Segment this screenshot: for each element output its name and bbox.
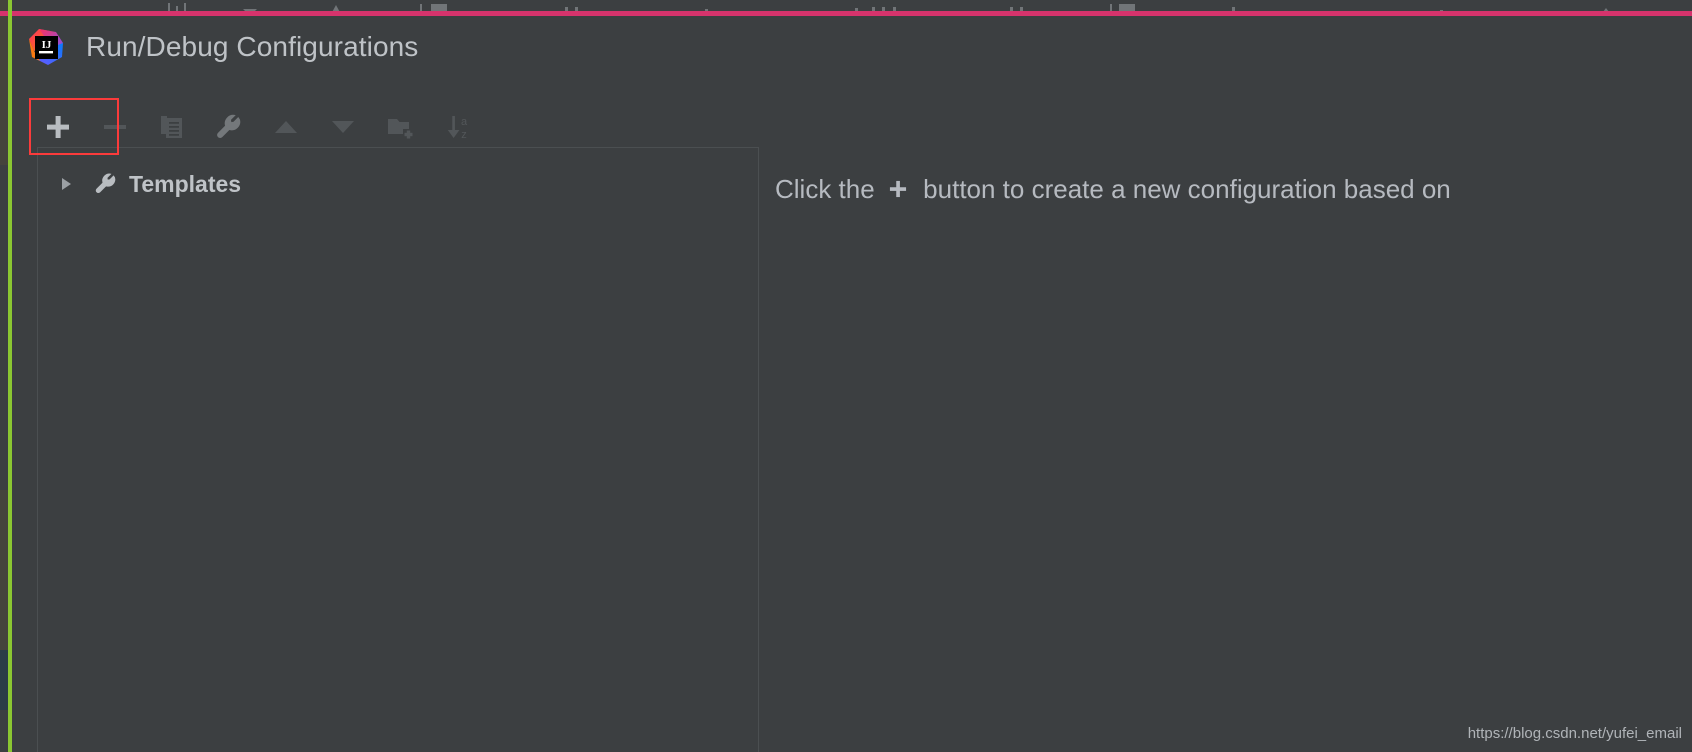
folder-plus-icon <box>387 118 414 140</box>
svg-text:IJ: IJ <box>42 39 52 51</box>
empty-state-hint-suffix: button to create a new configuration bas… <box>923 174 1451 204</box>
empty-state-hint: Click the button to create a new configu… <box>775 174 1451 207</box>
arrow-up-icon <box>274 120 297 133</box>
page-title: Run/Debug Configurations <box>86 31 419 62</box>
minus-icon <box>103 124 126 129</box>
ide-left-gutter <box>0 0 8 752</box>
intellij-idea-logo-icon: IJ <box>26 27 66 67</box>
plus-icon <box>46 115 69 138</box>
svg-text:a: a <box>460 116 467 128</box>
tree-node-templates[interactable]: Templates <box>38 164 758 204</box>
watermark-url: https://blog.csdn.net/yufei_email <box>1467 725 1682 742</box>
run-debug-configurations-dialog: IJ Run/Debug Configurations a z Template… <box>12 16 1692 752</box>
svg-text:z: z <box>461 129 467 141</box>
copy-icon <box>160 115 182 138</box>
dialog-title-bar: IJ Run/Debug Configurations <box>12 16 1692 78</box>
empty-state-hint-prefix: Click the <box>775 174 875 204</box>
arrow-down-icon <box>331 120 354 133</box>
configuration-detail-panel: Click the button to create a new configu… <box>759 147 1692 752</box>
tree-node-label: Templates <box>129 170 242 197</box>
plus-icon <box>887 176 909 207</box>
wrench-icon <box>93 171 119 197</box>
configurations-tree-panel: Templates <box>37 147 759 752</box>
triangle-right-icon[interactable] <box>55 173 77 195</box>
sort-az-icon: a z <box>447 115 467 141</box>
wrench-icon <box>216 114 240 138</box>
